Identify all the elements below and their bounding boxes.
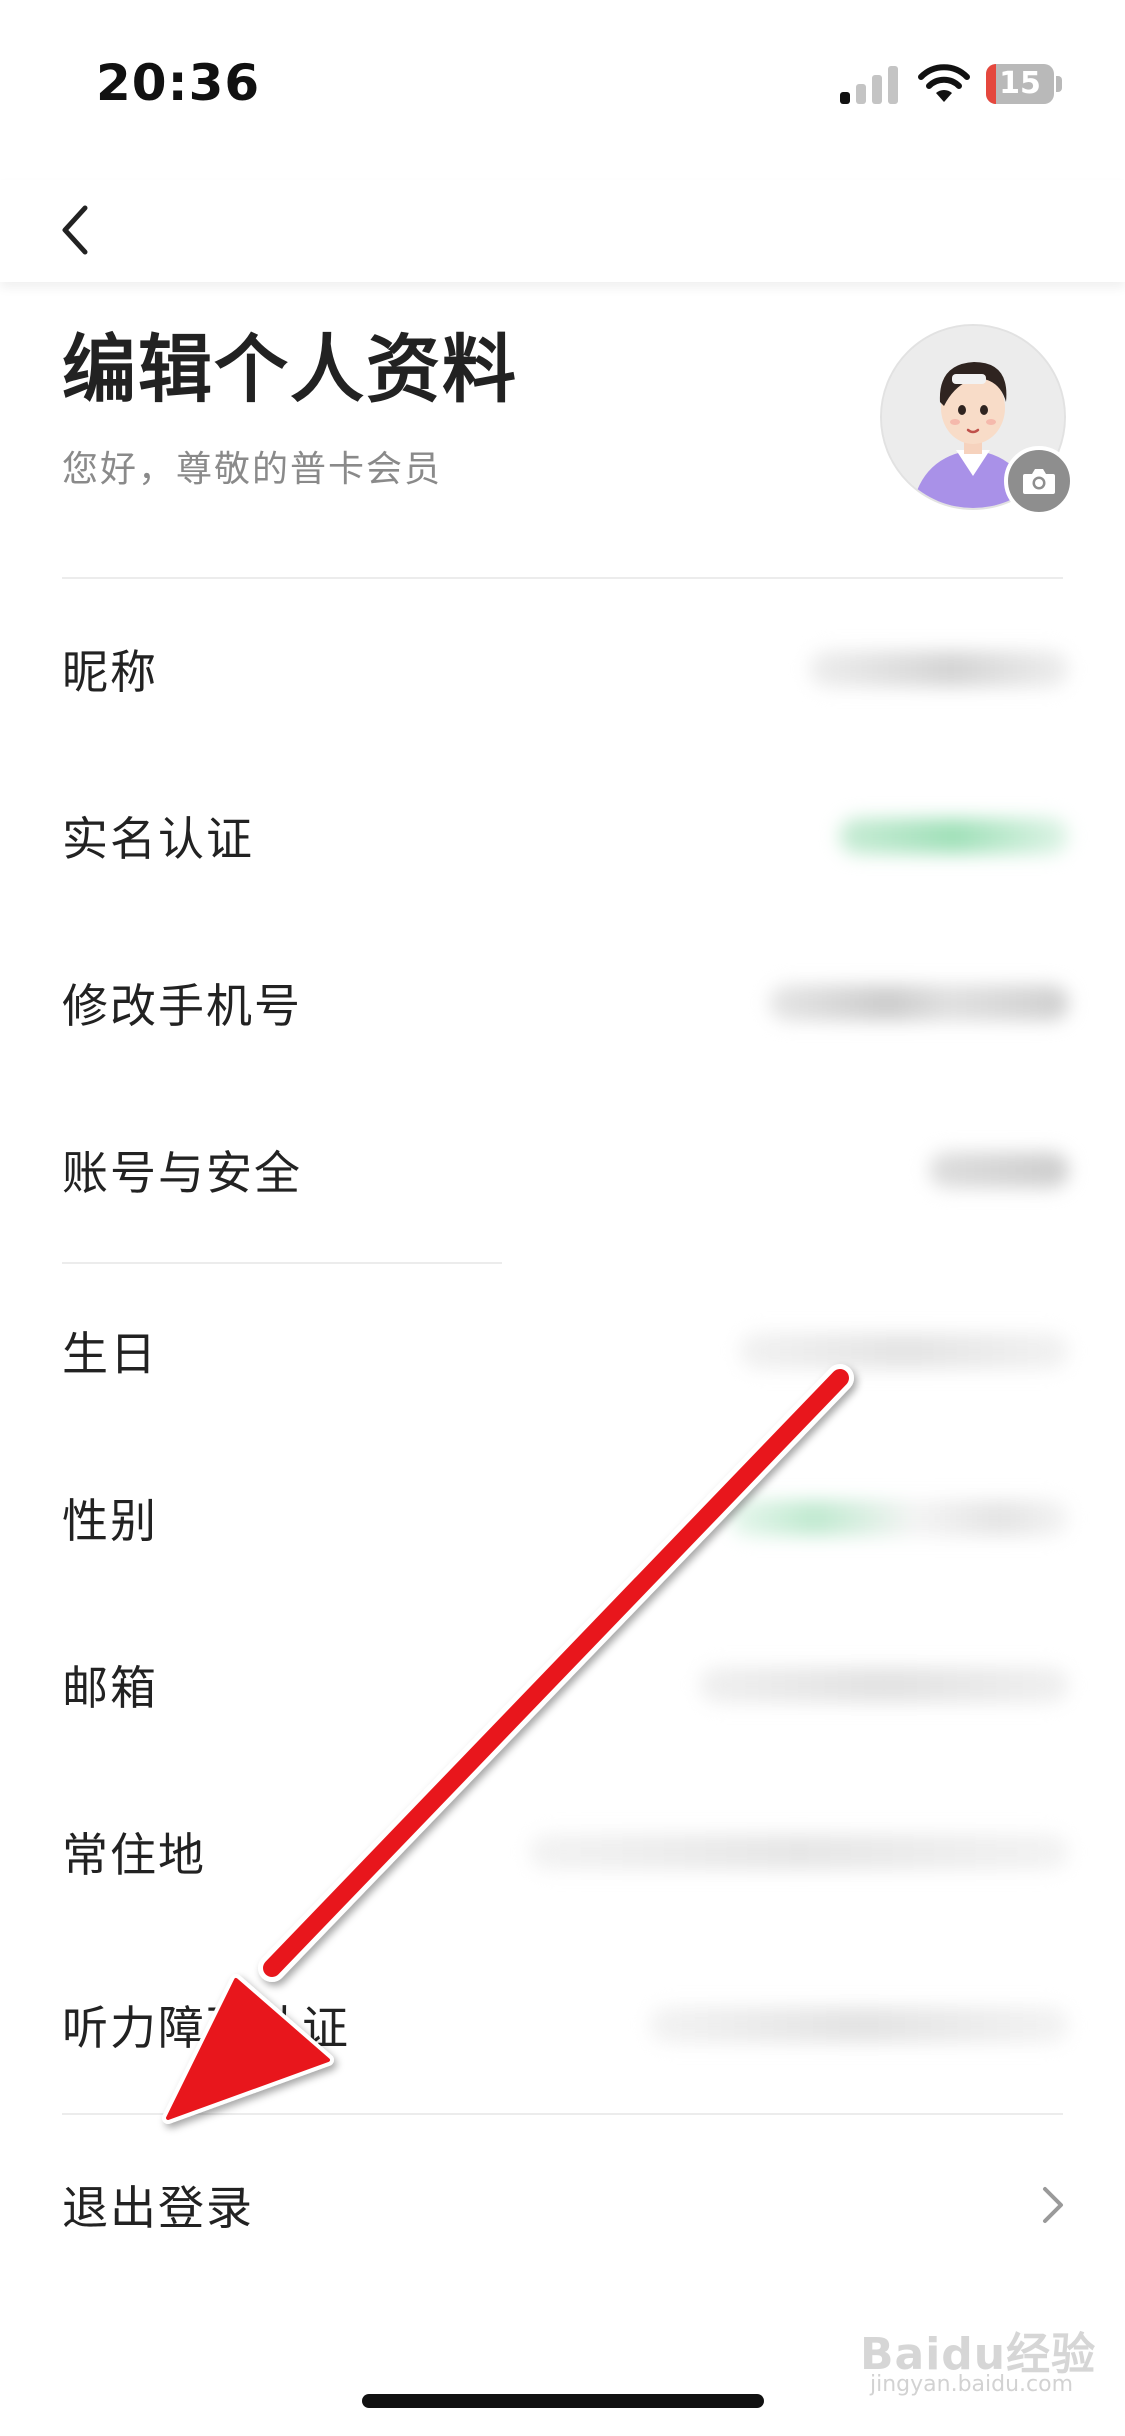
- wifi-icon: [918, 64, 970, 102]
- row-label: 邮箱: [62, 1661, 158, 1715]
- logout-button[interactable]: 退出登录: [0, 2125, 1125, 2285]
- row-real-name-verification[interactable]: 实名认证: [0, 756, 1125, 916]
- back-button[interactable]: [40, 190, 110, 270]
- blurred-value: [809, 651, 1069, 687]
- row-account-security[interactable]: 账号与安全: [0, 1090, 1125, 1250]
- camera-icon: [1023, 469, 1055, 494]
- blurred-value: [839, 818, 1069, 854]
- status-bar: 20:36 15: [0, 0, 1125, 180]
- row-gender[interactable]: 性别: [0, 1438, 1125, 1598]
- baidu-watermark-url: jingyan.baidu.com: [870, 2372, 1074, 2397]
- blurred-value: [529, 1834, 1069, 1870]
- page-subtitle: 您好，尊敬的普卡会员: [62, 449, 443, 490]
- row-email[interactable]: 邮箱: [0, 1605, 1125, 1765]
- blurred-value: [649, 2007, 1069, 2043]
- blurred-value: [699, 1667, 1069, 1703]
- row-label: 生日: [62, 1327, 158, 1381]
- blurred-value: [929, 1152, 1069, 1188]
- logout-label: 退出登录: [62, 2181, 254, 2235]
- row-label: 常住地: [62, 1828, 206, 1882]
- blurred-value: [729, 1500, 1069, 1536]
- battery-low-icon: 15: [986, 64, 1066, 106]
- row-label: 听力障碍认证: [62, 2001, 350, 2055]
- row-label: 实名认证: [62, 812, 254, 866]
- nav-bar: [0, 180, 1125, 282]
- row-birthday[interactable]: 生日: [0, 1271, 1125, 1431]
- profile-header: 编辑个人资料 您好，尊敬的普卡会员: [0, 282, 1125, 578]
- blurred-value: [769, 985, 1069, 1021]
- row-label: 昵称: [62, 645, 158, 699]
- chevron-left-icon: [62, 205, 88, 255]
- row-residence[interactable]: 常住地: [0, 1772, 1125, 1932]
- chevron-right-icon: [1043, 2187, 1063, 2223]
- home-indicator: [362, 2394, 764, 2408]
- section-divider: [62, 1262, 502, 1264]
- header-divider: [62, 577, 1063, 579]
- row-change-phone[interactable]: 修改手机号: [0, 923, 1125, 1083]
- change-avatar-button[interactable]: [1004, 446, 1074, 516]
- row-label: 账号与安全: [62, 1146, 302, 1200]
- cellular-signal-icon: [840, 66, 898, 104]
- battery-level: 15: [999, 66, 1041, 101]
- row-label: 修改手机号: [62, 979, 302, 1033]
- status-time: 20:36: [96, 54, 261, 112]
- row-nickname[interactable]: 昵称: [0, 589, 1125, 749]
- logout-divider: [62, 2113, 1063, 2115]
- blurred-value: [739, 1333, 1069, 1369]
- row-label: 性别: [62, 1494, 158, 1548]
- row-hearing-impairment-verification[interactable]: 听力障碍认证: [0, 1945, 1125, 2105]
- page-title: 编辑个人资料: [62, 327, 518, 413]
